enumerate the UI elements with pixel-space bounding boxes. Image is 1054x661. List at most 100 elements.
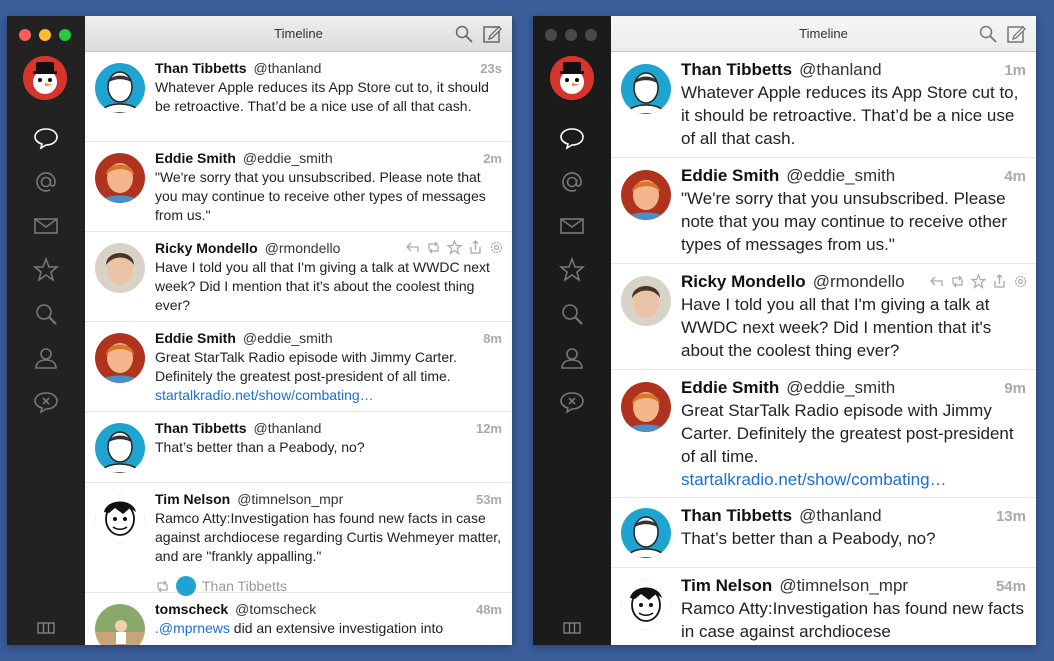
tweet[interactable]: Than Tibbetts @thanland 13m That’s better … [611,498,1036,568]
avatar[interactable] [621,276,671,326]
mention-link[interactable]: .@mprnews [155,620,230,636]
author-name[interactable]: Than Tibbetts [155,59,247,78]
author-handle[interactable]: @thanland [799,505,882,527]
timestamp: 4m [1004,168,1026,185]
zoom-button[interactable] [59,29,71,41]
tweet[interactable]: Tim Nelson @timnelson_mpr 53m Ramco Atty:I… [85,483,512,596]
search-icon[interactable] [454,24,474,44]
avatar[interactable] [621,508,671,558]
author-handle[interactable]: @timnelson_mpr [237,490,343,509]
sidebar-item-profile[interactable] [533,336,611,380]
sidebar-item-favorites[interactable] [7,248,85,292]
reply-icon[interactable] [929,274,944,289]
author-handle[interactable]: @eddie_smith [243,329,333,348]
sidebar-item-mute[interactable] [7,380,85,424]
author-name[interactable]: Ricky Mondello [155,239,258,258]
tweet[interactable]: Eddie Smith @eddie_smith 4m "We're sorry t… [611,158,1036,264]
retweet-icon[interactable] [950,274,965,289]
columns-button[interactable] [7,617,85,639]
author-handle[interactable]: @eddie_smith [243,149,333,168]
sidebar-item-mute[interactable] [533,380,611,424]
sidebar-item-search[interactable] [533,292,611,336]
sidebar-item-timeline[interactable] [7,116,85,160]
tweet[interactable]: Tim Nelson @timnelson_mpr 54m Ramco Atty:I… [611,568,1036,645]
tweet[interactable]: Eddie Smith @eddie_smith 9m Great StarTalk… [611,370,1036,498]
author-handle[interactable]: @eddie_smith [786,377,895,399]
reply-icon[interactable] [405,240,420,255]
tweet[interactable]: tomscheck @tomscheck 48m .@mprnews did an … [85,593,512,645]
gear-icon[interactable] [489,240,504,255]
avatar[interactable] [95,243,145,293]
account-avatar[interactable] [23,56,67,100]
retweet-icon[interactable] [426,240,441,255]
sidebar-item-favorites[interactable] [533,248,611,292]
timeline-list[interactable]: Than Tibbetts @thanland 1m Whatever Apple … [611,52,1036,645]
tweet[interactable]: Than Tibbetts @thanland 1m Whatever Apple … [611,52,1036,158]
author-handle[interactable]: @eddie_smith [786,165,895,187]
tweet[interactable]: Eddie Smith @eddie_smith 8m Great StarTalk… [85,322,512,412]
tweet[interactable]: Ricky Mondello @rmondello Have I told you… [85,232,512,322]
sidebar-item-timeline[interactable] [533,116,611,160]
star-icon[interactable] [447,240,462,255]
sidebar-item-profile[interactable] [7,336,85,380]
avatar[interactable] [621,64,671,114]
author-handle[interactable]: @thanland [254,59,322,78]
avatar[interactable] [95,494,145,544]
avatar[interactable] [95,333,145,383]
star-icon[interactable] [971,274,986,289]
author-name[interactable]: Than Tibbetts [681,505,792,527]
author-handle[interactable]: @thanland [799,59,882,81]
avatar[interactable] [95,153,145,203]
sidebar-item-mentions[interactable] [533,160,611,204]
author-name[interactable]: Than Tibbetts [681,59,792,81]
timeline-list[interactable]: Than Tibbetts @thanland 23s Whatever Apple… [85,52,512,645]
tweet[interactable]: Than Tibbetts @thanland 23s Whatever Apple… [85,52,512,142]
avatar[interactable] [621,580,671,630]
sidebar-item-messages[interactable] [533,204,611,248]
search-icon[interactable] [978,24,998,44]
tweet-link[interactable]: startalkradio.net/show/combating… [155,387,374,403]
author-name[interactable]: Tim Nelson [155,490,230,509]
minimize-button[interactable] [565,29,577,41]
author-name[interactable]: Tim Nelson [681,575,772,597]
columns-button[interactable] [533,617,611,639]
author-handle[interactable]: @rmondello [813,271,905,293]
compose-icon[interactable] [482,24,502,44]
author-name[interactable]: Eddie Smith [155,329,236,348]
columns-icon [37,622,55,634]
timeline-pane: Timeline Than Tibbetts @thanland 1m Whatev… [611,16,1036,645]
author-handle[interactable]: @thanland [254,419,322,438]
search-icon [562,304,583,325]
close-button[interactable] [19,29,31,41]
author-name[interactable]: Ricky Mondello [681,271,806,293]
close-button[interactable] [545,29,557,41]
share-icon[interactable] [468,240,483,255]
gear-icon[interactable] [1013,274,1028,289]
tweet[interactable]: Eddie Smith @eddie_smith 2m "We're sorry t… [85,142,512,232]
zoom-button[interactable] [585,29,597,41]
sidebar-item-messages[interactable] [7,204,85,248]
author-name[interactable]: Eddie Smith [681,377,779,399]
account-avatar[interactable] [550,56,594,100]
tweet[interactable]: Than Tibbetts @thanland 12m That’s better … [85,412,512,483]
author-handle[interactable]: @tomscheck [235,600,316,619]
author-name[interactable]: tomscheck [155,600,228,619]
avatar[interactable] [95,423,145,473]
sidebar-item-mentions[interactable] [7,160,85,204]
compose-icon[interactable] [1006,24,1026,44]
avatar[interactable] [95,604,145,645]
author-name[interactable]: Than Tibbetts [155,419,247,438]
author-name[interactable]: Eddie Smith [681,165,779,187]
sidebar-item-search[interactable] [7,292,85,336]
tweet-link[interactable]: startalkradio.net/show/combating… [681,470,947,489]
author-handle[interactable]: @timnelson_mpr [779,575,908,597]
avatar[interactable] [621,170,671,220]
author-handle[interactable]: @rmondello [265,239,341,258]
author-name[interactable]: Eddie Smith [155,149,236,168]
tweet-text: That’s better than a Peabody, no? [681,529,936,548]
share-icon[interactable] [992,274,1007,289]
minimize-button[interactable] [39,29,51,41]
tweet[interactable]: Ricky Mondello @rmondello Have I told you… [611,264,1036,370]
avatar[interactable] [95,63,145,113]
avatar[interactable] [621,382,671,432]
